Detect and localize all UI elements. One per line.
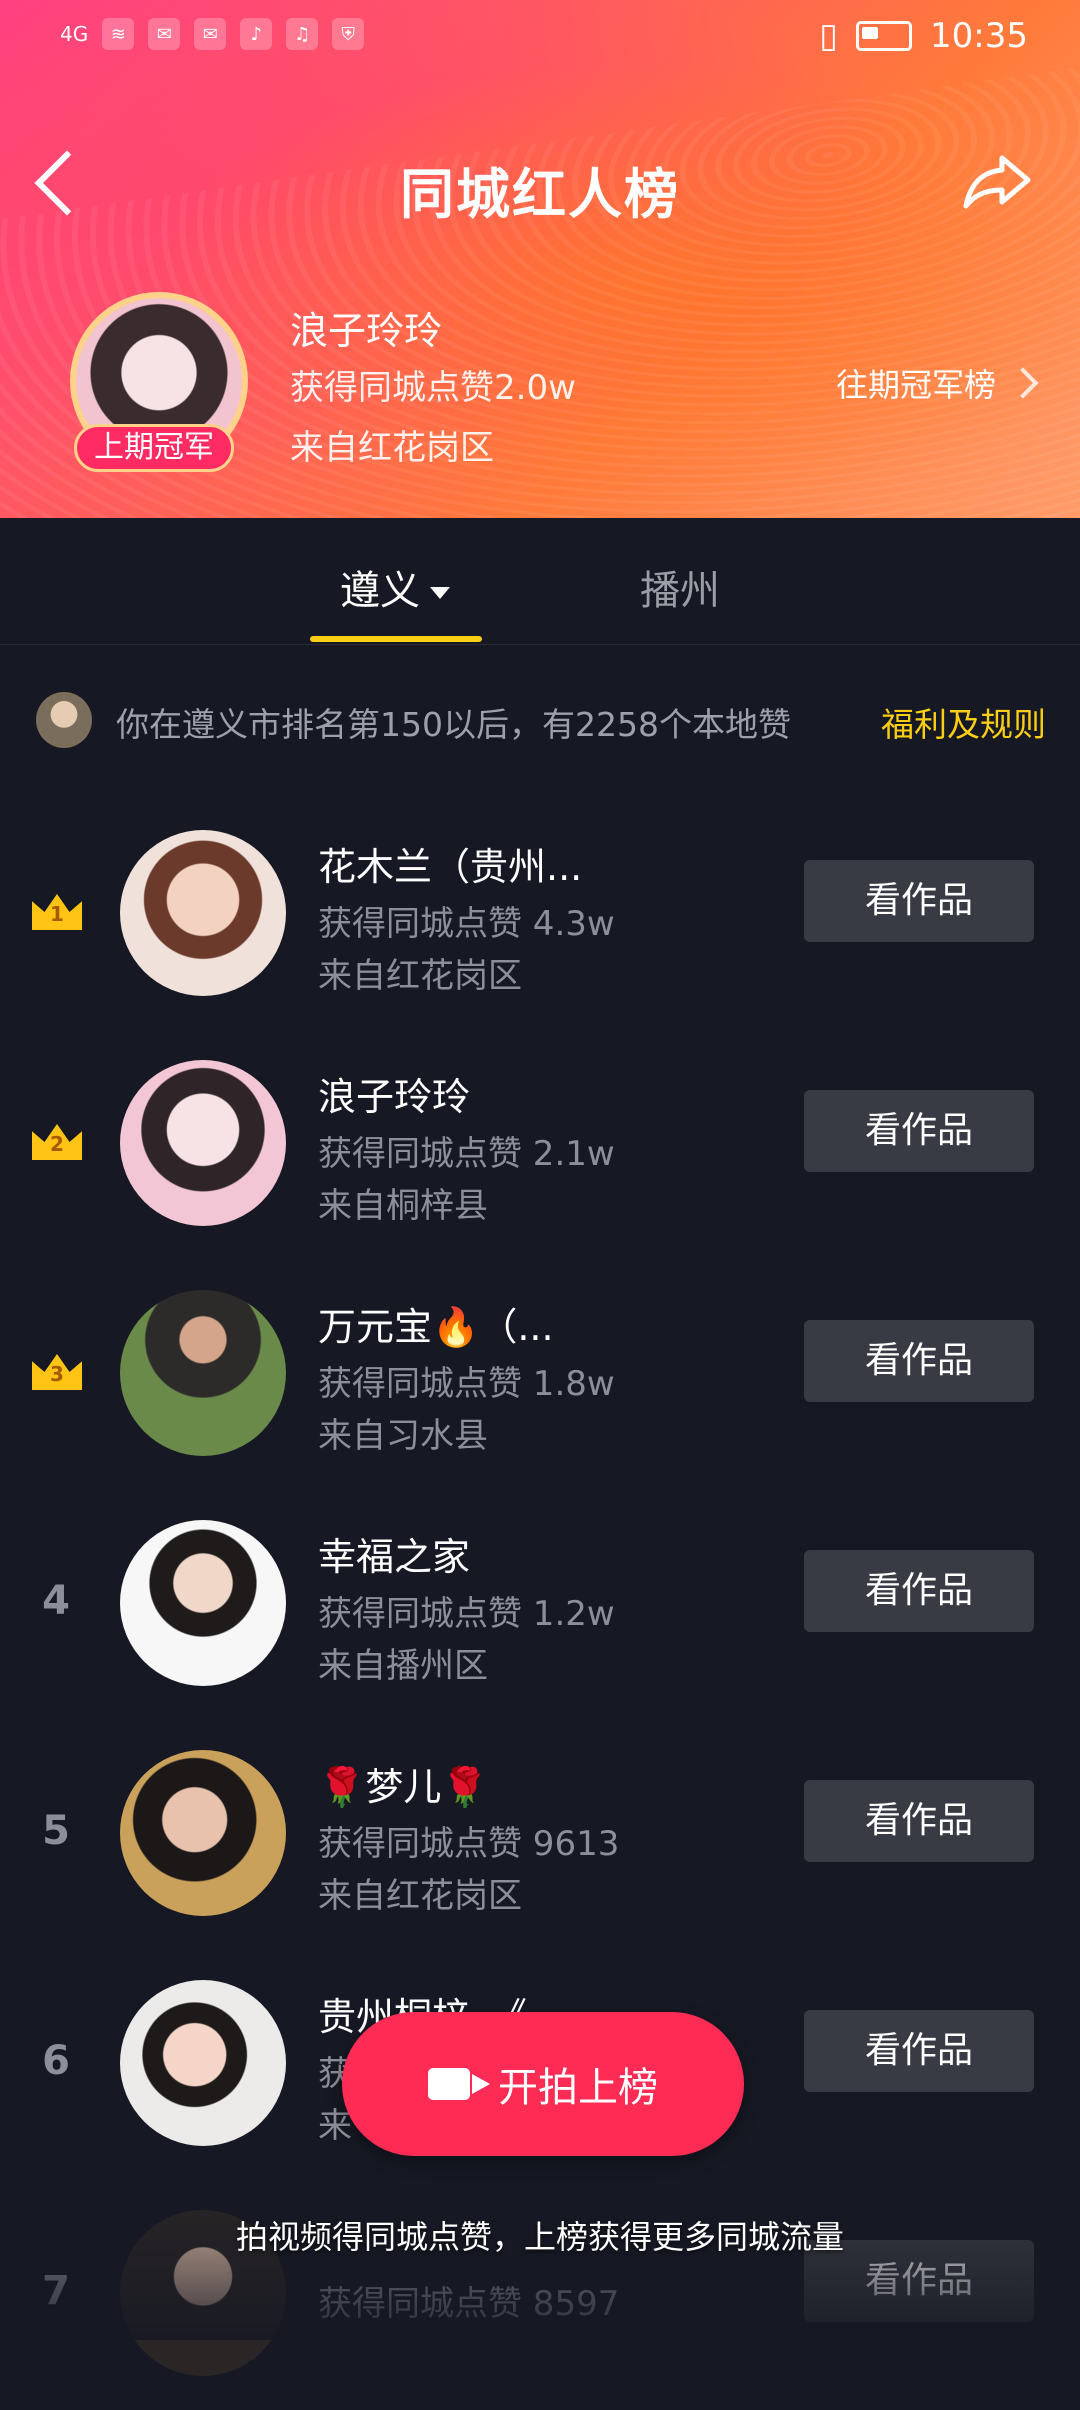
avatar[interactable] bbox=[120, 1750, 286, 1916]
view-works-button[interactable]: 看作品 bbox=[804, 2010, 1034, 2092]
user-likes: 获得同城点赞 9613 bbox=[318, 1824, 620, 1864]
tab-zunyi[interactable]: 遵义 bbox=[340, 558, 450, 616]
wechat-icon-2: ✉ bbox=[194, 18, 227, 50]
avatar[interactable] bbox=[120, 1060, 286, 1226]
list-item[interactable]: 5 🌹梦儿🌹 获得同城点赞 9613 来自红花岗区 看作品 bbox=[0, 1720, 1080, 1950]
champion-likes: 获得同城点赞2.0w bbox=[290, 368, 576, 408]
rank-number: 6 bbox=[42, 2038, 70, 2084]
view-works-button[interactable]: 看作品 bbox=[804, 1780, 1034, 1862]
rank-number: 7 bbox=[42, 2268, 70, 2314]
rank-notice: 你在遵义市排名第150以后，有2258个本地赞 福利及规则 bbox=[36, 690, 1046, 750]
past-champions-label: 往期冠军榜 bbox=[835, 366, 996, 404]
user-likes: 获得同城点赞 8597 bbox=[318, 2284, 620, 2324]
active-tab-indicator bbox=[310, 636, 482, 642]
view-works-button[interactable]: 看作品 bbox=[804, 1090, 1034, 1172]
tab-bozhou[interactable]: 播州 bbox=[640, 558, 720, 616]
view-works-button[interactable]: 看作品 bbox=[804, 1320, 1034, 1402]
rank-number: 4 bbox=[42, 1578, 70, 1624]
user-location: 来自红花岗区 bbox=[318, 1876, 522, 1916]
champion-location: 来自红花岗区 bbox=[290, 428, 494, 468]
header-banner: 4G ≋ ✉ ✉ ♪ ♫ ⛨ ▯ 10:35 同城红人榜 上期冠军 浪子玲玲 获… bbox=[0, 0, 1080, 518]
start-shooting-button[interactable]: 开拍上榜 bbox=[342, 2012, 744, 2156]
cta-tip: 拍视频得同城点赞，上榜获得更多同城流量 bbox=[235, 2218, 844, 2256]
start-shooting-label: 开拍上榜 bbox=[498, 2065, 658, 2111]
camera-icon bbox=[428, 2068, 470, 2100]
signal-icon: 4G bbox=[60, 22, 89, 46]
crown-icon: 1 bbox=[32, 894, 82, 930]
battery-icon bbox=[856, 21, 913, 51]
crown-icon: 2 bbox=[32, 1124, 82, 1160]
champion-name[interactable]: 浪子玲玲 bbox=[290, 300, 442, 355]
avatar[interactable] bbox=[120, 1520, 286, 1686]
user-name: 万元宝🔥（... bbox=[318, 1305, 554, 1349]
list-item[interactable]: 3 万元宝🔥（... 获得同城点赞 1.8w 来自习水县 看作品 bbox=[0, 1260, 1080, 1490]
city-tabs: 遵义 播州 bbox=[0, 518, 1080, 645]
wifi-icon: ≋ bbox=[102, 18, 135, 50]
user-likes: 获得同城点赞 4.3w bbox=[318, 904, 615, 944]
tiktok-icon: ♫ bbox=[286, 18, 319, 50]
rules-link[interactable]: 福利及规则 bbox=[881, 698, 1046, 746]
user-name: 花木兰（贵州... bbox=[318, 845, 583, 889]
champion-badge: 上期冠军 bbox=[74, 424, 234, 472]
status-bar: 4G ≋ ✉ ✉ ♪ ♫ ⛨ ▯ 10:35 bbox=[0, 0, 1080, 80]
vibrate-icon: ▯ bbox=[819, 16, 839, 56]
shield-icon: ⛨ bbox=[332, 18, 365, 50]
user-name: 幸福之家 bbox=[318, 1535, 471, 1579]
user-location: 来自桐梓县 bbox=[318, 1186, 488, 1226]
list-item[interactable]: 4 幸福之家 获得同城点赞 1.2w 来自播州区 看作品 bbox=[0, 1490, 1080, 1720]
user-location: 来自红花岗区 bbox=[318, 956, 522, 996]
tab-zunyi-label: 遵义 bbox=[340, 568, 420, 614]
rank-notice-text: 你在遵义市排名第150以后，有2258个本地赞 bbox=[116, 705, 791, 744]
user-likes: 获得同城点赞 1.8w bbox=[318, 1364, 615, 1404]
clock: 10:35 bbox=[930, 16, 1028, 56]
user-name: 🌹梦儿🌹 bbox=[318, 1765, 489, 1809]
view-works-button[interactable]: 看作品 bbox=[804, 860, 1034, 942]
user-likes: 获得同城点赞 2.1w bbox=[318, 1134, 615, 1174]
chevron-right-icon bbox=[1007, 367, 1039, 399]
avatar[interactable] bbox=[120, 1290, 286, 1456]
rank-number: 5 bbox=[42, 1808, 70, 1854]
user-location: 来自习水县 bbox=[318, 1416, 488, 1456]
list-item[interactable]: 2 浪子玲玲 获得同城点赞 2.1w 来自桐梓县 看作品 bbox=[0, 1030, 1080, 1260]
my-avatar bbox=[36, 692, 92, 748]
crown-icon: 3 bbox=[32, 1354, 82, 1390]
list-item[interactable]: 1 花木兰（贵州... 获得同城点赞 4.3w 来自红花岗区 看作品 bbox=[0, 800, 1080, 1030]
user-likes: 获得同城点赞 1.2w bbox=[318, 1594, 615, 1634]
user-location: 来自播州区 bbox=[318, 1646, 488, 1686]
avatar[interactable] bbox=[120, 830, 286, 996]
avatar[interactable] bbox=[120, 1980, 286, 2146]
audio-icon: ♪ bbox=[240, 18, 273, 50]
view-works-button[interactable]: 看作品 bbox=[804, 1550, 1034, 1632]
user-name: 浪子玲玲 bbox=[318, 1075, 471, 1119]
past-champions-link[interactable]: 往期冠军榜 bbox=[835, 360, 1039, 406]
wechat-icon: ✉ bbox=[148, 18, 181, 50]
caret-down-icon bbox=[430, 587, 450, 599]
share-icon[interactable] bbox=[962, 150, 1032, 210]
page-title: 同城红人榜 bbox=[400, 163, 680, 226]
